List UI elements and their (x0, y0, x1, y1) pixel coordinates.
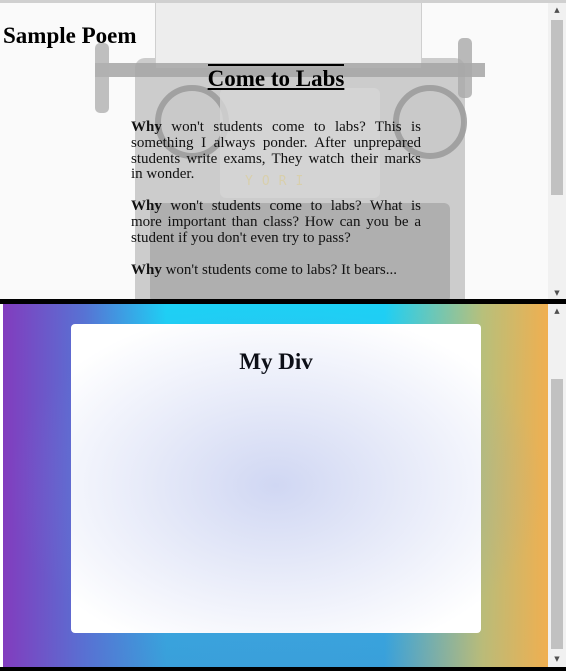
scroll-up-arrow-icon[interactable]: ▲ (548, 3, 566, 18)
scroll-thumb[interactable] (551, 20, 563, 195)
poem-heading-text: Come to Labs (207, 64, 345, 91)
poem-body: Why won't students come to labs? This is… (131, 119, 421, 294)
page-title: Sample Poem (3, 23, 137, 48)
my-div-card: My Div (71, 324, 481, 633)
typewriter-paper (155, 3, 422, 68)
stanza-text: won't students come to labs? It bears... (161, 261, 397, 278)
stanza-lead: Why (131, 198, 162, 215)
poem-stanza: Why won't students come to labs? What is… (131, 198, 421, 246)
poem-stanza: Why won't students come to labs? This is… (131, 119, 421, 183)
gradient-background: My Div (3, 304, 548, 667)
scroll-up-arrow-icon[interactable]: ▲ (548, 304, 566, 319)
stanza-lead: Why (131, 119, 162, 135)
frame-border-bottom (0, 667, 566, 671)
card-title: My Div (239, 349, 313, 374)
poem-frame: YORI Sample Poem Come to Labs Why won't … (0, 0, 566, 301)
stanza-text: won't students come to labs? This is som… (131, 119, 421, 183)
top-frame-scrollbar[interactable]: ▲ ▼ (548, 3, 566, 301)
stanza-lead: Why (131, 261, 162, 278)
div-frame: My Div ▲ ▼ (3, 304, 566, 667)
scroll-thumb[interactable] (551, 379, 563, 649)
poem-stanza: Why won't students come to labs? It bear… (131, 261, 421, 279)
bottom-frame-scrollbar[interactable]: ▲ ▼ (548, 304, 566, 667)
poem-heading: Come to Labs (0, 64, 552, 92)
stanza-text: won't students come to labs? What is mor… (131, 198, 421, 246)
scroll-down-arrow-icon[interactable]: ▼ (548, 652, 566, 667)
